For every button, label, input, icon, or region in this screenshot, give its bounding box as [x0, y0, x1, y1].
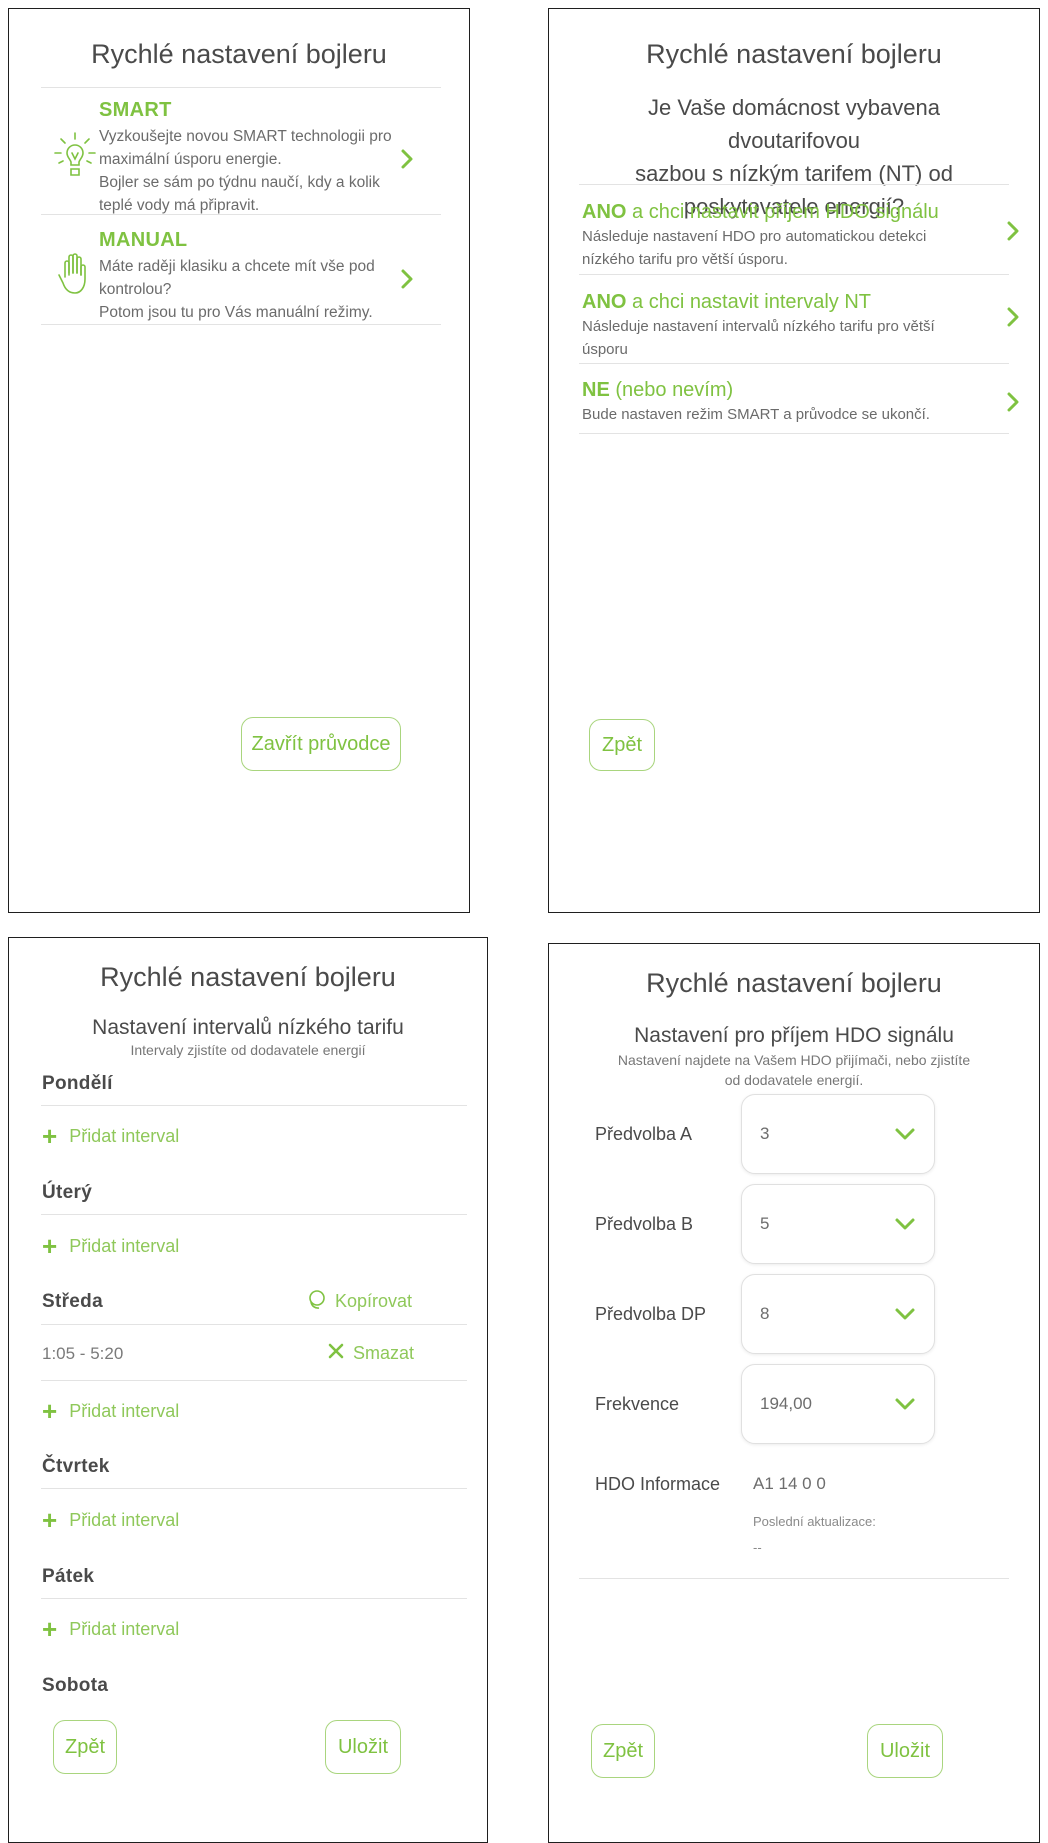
save-button[interactable]: Uložit — [867, 1724, 943, 1778]
section-subtitle: Nastavení intervalů nízkého tarifu — [92, 1016, 404, 1039]
divider — [41, 324, 441, 325]
hand-icon — [55, 251, 95, 304]
option-title: SMART — [99, 99, 172, 121]
chevron-right-icon — [1001, 219, 1025, 243]
preset-a-select[interactable]: 3 — [741, 1094, 935, 1174]
screen-mode-selection: Rychlé nastavení bojleru SMART Vyzkoušej… — [8, 8, 470, 913]
page-title: Rychlé nastavení bojleru — [100, 962, 396, 992]
screen-hdo-settings: Rychlé nastavení bojleru Nastavení pro p… — [548, 943, 1040, 1843]
last-update-label: Poslední aktualizace: — [753, 1514, 876, 1529]
hdo-info-label: HDO Informace — [595, 1474, 721, 1494]
chevron-down-icon — [892, 1391, 918, 1417]
answer-description: Bude nastaven režim SMART a průvodce se … — [582, 406, 930, 423]
chevron-right-icon — [1001, 305, 1025, 329]
divider — [41, 1488, 467, 1489]
day-label: Pondělí — [42, 1073, 113, 1094]
section-hint: Intervaly zjistíte od dodavatele energií — [130, 1042, 366, 1058]
divider — [41, 87, 441, 88]
lightbulb-icon — [53, 131, 97, 186]
divider — [41, 1598, 467, 1599]
option-title: MANUAL — [99, 229, 188, 251]
option-description: Máte raději klasiku a chcete mít vše pod… — [99, 258, 375, 321]
answer-description: Následuje nastavení intervalů nízkého ta… — [582, 318, 935, 358]
plus-icon: + — [42, 1121, 58, 1151]
divider — [579, 274, 1009, 275]
back-button[interactable]: Zpět — [591, 1724, 655, 1778]
add-interval-button[interactable]: + Přidat interval — [42, 1398, 179, 1424]
chevron-down-icon — [892, 1211, 918, 1237]
answer-description: Následuje nastavení HDO pro automatickou… — [582, 228, 927, 268]
answer-title: ANO a chci nastavit příjem HDO signálu — [582, 201, 939, 223]
back-button[interactable]: Zpět — [53, 1720, 117, 1774]
section-subtitle: Nastavení pro příjem HDO signálu — [634, 1024, 954, 1047]
add-interval-button[interactable]: + Přidat interval — [42, 1123, 179, 1149]
screen-nt-intervals: Rychlé nastavení bojleru Nastavení inter… — [8, 937, 488, 1843]
day-label: Středa — [42, 1291, 103, 1312]
answer-title: ANO a chci nastavit intervaly NT — [582, 291, 871, 313]
save-button[interactable]: Uložit — [325, 1720, 401, 1774]
section-hint: Nastavení najdete na Vašem HDO přijímači… — [617, 1052, 971, 1088]
divider — [579, 433, 1009, 434]
interval-value: 1:05 - 5:20 — [42, 1344, 124, 1363]
chevron-right-icon — [395, 267, 419, 291]
divider — [41, 1214, 467, 1215]
page-title: Rychlé nastavení bojleru — [646, 39, 942, 69]
page-title: Rychlé nastavení bojleru — [91, 39, 387, 69]
add-interval-button[interactable]: + Přidat interval — [42, 1616, 179, 1642]
add-interval-button[interactable]: + Přidat interval — [42, 1233, 179, 1259]
day-label: Úterý — [42, 1182, 93, 1203]
day-label: Čtvrtek — [42, 1456, 110, 1477]
close-wizard-button[interactable]: Zavřít průvodce — [241, 717, 401, 771]
field-label: Frekvence — [595, 1394, 680, 1414]
delete-interval-button[interactable]: Smazat — [327, 1342, 414, 1365]
frequency-select[interactable]: 194,00 — [741, 1364, 935, 1444]
divider — [579, 184, 1009, 185]
add-interval-button[interactable]: + Přidat interval — [42, 1507, 179, 1533]
answer-title: NE (nebo nevím) — [582, 379, 734, 401]
chevron-right-icon — [1001, 390, 1025, 414]
last-update-value: -- — [753, 1540, 762, 1555]
chevron-right-icon — [395, 147, 419, 171]
plus-icon: + — [42, 1614, 58, 1644]
copy-button[interactable]: Kopírovat — [305, 1288, 412, 1315]
copy-icon — [305, 1288, 327, 1315]
plus-icon: + — [42, 1231, 58, 1261]
day-label: Pátek — [42, 1566, 95, 1587]
page-title: Rychlé nastavení bojleru — [646, 968, 942, 998]
screen-tariff-question: Rychlé nastavení bojleru Je Vaše domácno… — [548, 8, 1040, 913]
field-label: Předvolba A — [595, 1124, 693, 1144]
plus-icon: + — [42, 1505, 58, 1535]
day-label: Sobota — [42, 1675, 109, 1696]
field-label: Předvolba B — [595, 1214, 694, 1234]
divider — [41, 1324, 467, 1325]
preset-dp-select[interactable]: 8 — [741, 1274, 935, 1354]
hdo-info-value: A1 14 0 0 — [753, 1474, 826, 1493]
divider — [579, 363, 1009, 364]
divider — [579, 1578, 1009, 1579]
divider — [41, 1105, 467, 1106]
divider — [41, 1380, 467, 1381]
chevron-down-icon — [892, 1301, 918, 1327]
plus-icon: + — [42, 1396, 58, 1426]
chevron-down-icon — [892, 1121, 918, 1147]
field-label: Předvolba DP — [595, 1304, 707, 1324]
divider — [41, 214, 441, 215]
option-description: Vyzkoušejte novou SMART technologii pro … — [99, 128, 392, 214]
preset-b-select[interactable]: 5 — [741, 1184, 935, 1264]
close-icon — [327, 1342, 345, 1365]
back-button[interactable]: Zpět — [589, 719, 655, 771]
